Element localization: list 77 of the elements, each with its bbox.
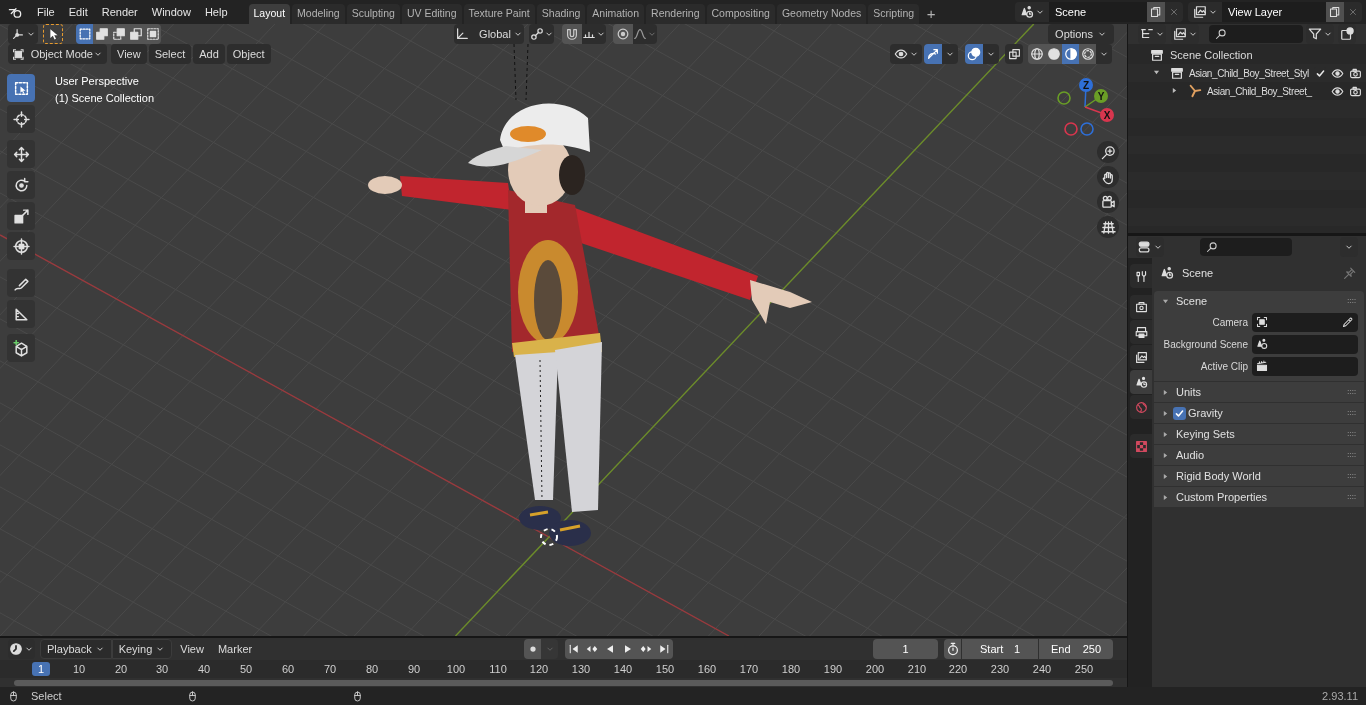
workspace-tab[interactable]: Rendering bbox=[646, 4, 705, 24]
panel-header[interactable]: Scene bbox=[1176, 292, 1208, 310]
workspace-tab[interactable]: Sculpting bbox=[346, 4, 400, 24]
frame-number: 230 bbox=[990, 663, 1010, 676]
field-label: Camera bbox=[1211, 315, 1248, 330]
frame-number: 170 bbox=[739, 663, 759, 676]
current-frame-field[interactable]: 1 bbox=[873, 639, 938, 659]
panel-header[interactable]: Gravity bbox=[1188, 404, 1223, 422]
context-title: Scene bbox=[1182, 265, 1214, 281]
playhead[interactable]: 1 bbox=[32, 662, 50, 676]
viewport-info-text: User Perspective bbox=[55, 74, 140, 89]
field-label: Active Clip bbox=[1199, 359, 1248, 374]
orientation-dropdown[interactable]: Global bbox=[454, 24, 524, 44]
menu-item[interactable]: Edit bbox=[61, 2, 95, 22]
menu-item[interactable]: Window bbox=[144, 2, 198, 22]
timeline-menu[interactable]: Marker bbox=[211, 639, 259, 659]
header-menu[interactable]: Select bbox=[148, 44, 192, 64]
frame-number: 30 bbox=[155, 663, 169, 676]
scene-name-field[interactable]: Scene bbox=[1049, 2, 1147, 22]
timeline-menu[interactable]: Keying bbox=[111, 639, 173, 659]
panel-header[interactable]: Audio bbox=[1176, 446, 1205, 464]
frame-number: 240 bbox=[1032, 663, 1052, 676]
frame-number: 10 bbox=[72, 663, 86, 676]
workspace-tab[interactable]: Scripting bbox=[868, 4, 920, 24]
start-frame-field[interactable]: Start 1 bbox=[962, 639, 1038, 659]
header-menu[interactable]: View bbox=[111, 44, 147, 64]
frame-number: 120 bbox=[529, 663, 549, 676]
workspace-tab[interactable]: UV Editing bbox=[401, 4, 462, 24]
workspace-tab[interactable]: Shading bbox=[536, 4, 586, 24]
mode-dropdown[interactable]: Object Mode bbox=[8, 44, 107, 64]
menu-item[interactable]: Render bbox=[94, 2, 145, 22]
end-frame-field[interactable]: End 250 bbox=[1039, 639, 1113, 659]
frame-number: 110 bbox=[489, 663, 507, 676]
view-layer-name-field[interactable]: View Layer bbox=[1222, 2, 1326, 22]
frame-number: 190 bbox=[823, 663, 843, 676]
frame-number: 80 bbox=[365, 663, 379, 676]
outliner-item-label[interactable]: Asian_Child_Boy_Street_Styl bbox=[1189, 65, 1309, 81]
header-menu[interactable]: Object bbox=[226, 44, 271, 64]
axis-handle[interactable]: Z bbox=[1079, 78, 1093, 108]
workspace-tab[interactable]: Geometry Nodes bbox=[776, 4, 867, 24]
axis-handle[interactable]: X bbox=[1084, 106, 1114, 122]
frame-number: 100 bbox=[446, 663, 466, 676]
frame-number: 140 bbox=[613, 663, 633, 676]
status-hint: Select bbox=[31, 688, 62, 704]
frame-number: 180 bbox=[781, 663, 801, 676]
viewport-info-text: (1) Scene Collection bbox=[55, 91, 155, 106]
frame-number: 70 bbox=[323, 663, 337, 676]
workspace-tab[interactable]: Compositing bbox=[706, 4, 775, 24]
menu-item[interactable]: Help bbox=[197, 2, 235, 22]
outliner-item-label[interactable]: Asian_Child_Boy_Street_ bbox=[1207, 83, 1312, 99]
version-label: 2.93.11 bbox=[1322, 688, 1358, 704]
timeline-menu[interactable]: Playback bbox=[40, 639, 112, 659]
frame-number: 160 bbox=[697, 663, 717, 676]
workspace-tab[interactable]: Layout bbox=[248, 4, 291, 24]
frame-number: 220 bbox=[948, 663, 968, 676]
axis-handle[interactable]: Y bbox=[1084, 89, 1108, 108]
frame-number: 210 bbox=[907, 663, 927, 676]
frame-number: 250 bbox=[1074, 663, 1094, 676]
frame-number: 130 bbox=[571, 663, 591, 676]
outliner-item-label: Scene Collection bbox=[1170, 47, 1253, 63]
field-label: Background Scene bbox=[1162, 337, 1248, 352]
header-menu[interactable]: Add bbox=[193, 44, 225, 64]
frame-number: 90 bbox=[407, 663, 421, 676]
frame-number: 150 bbox=[655, 663, 675, 676]
workspace-tab[interactable]: Animation bbox=[587, 4, 645, 24]
frame-number: 50 bbox=[239, 663, 253, 676]
timeline-menu[interactable]: View bbox=[174, 639, 210, 659]
frame-number: 60 bbox=[281, 663, 295, 676]
options-dropdown[interactable]: Options bbox=[1048, 24, 1114, 44]
panel-header[interactable]: Units bbox=[1176, 383, 1202, 401]
frame-number: 200 bbox=[865, 663, 885, 676]
add-workspace-button[interactable]: + bbox=[921, 3, 942, 23]
menu-item[interactable]: File bbox=[30, 2, 62, 22]
frame-number: 40 bbox=[197, 663, 211, 676]
workspace-tab[interactable]: Modeling bbox=[292, 4, 345, 24]
workspace-tab[interactable]: Texture Paint bbox=[463, 4, 535, 24]
frame-number: 20 bbox=[114, 663, 128, 676]
